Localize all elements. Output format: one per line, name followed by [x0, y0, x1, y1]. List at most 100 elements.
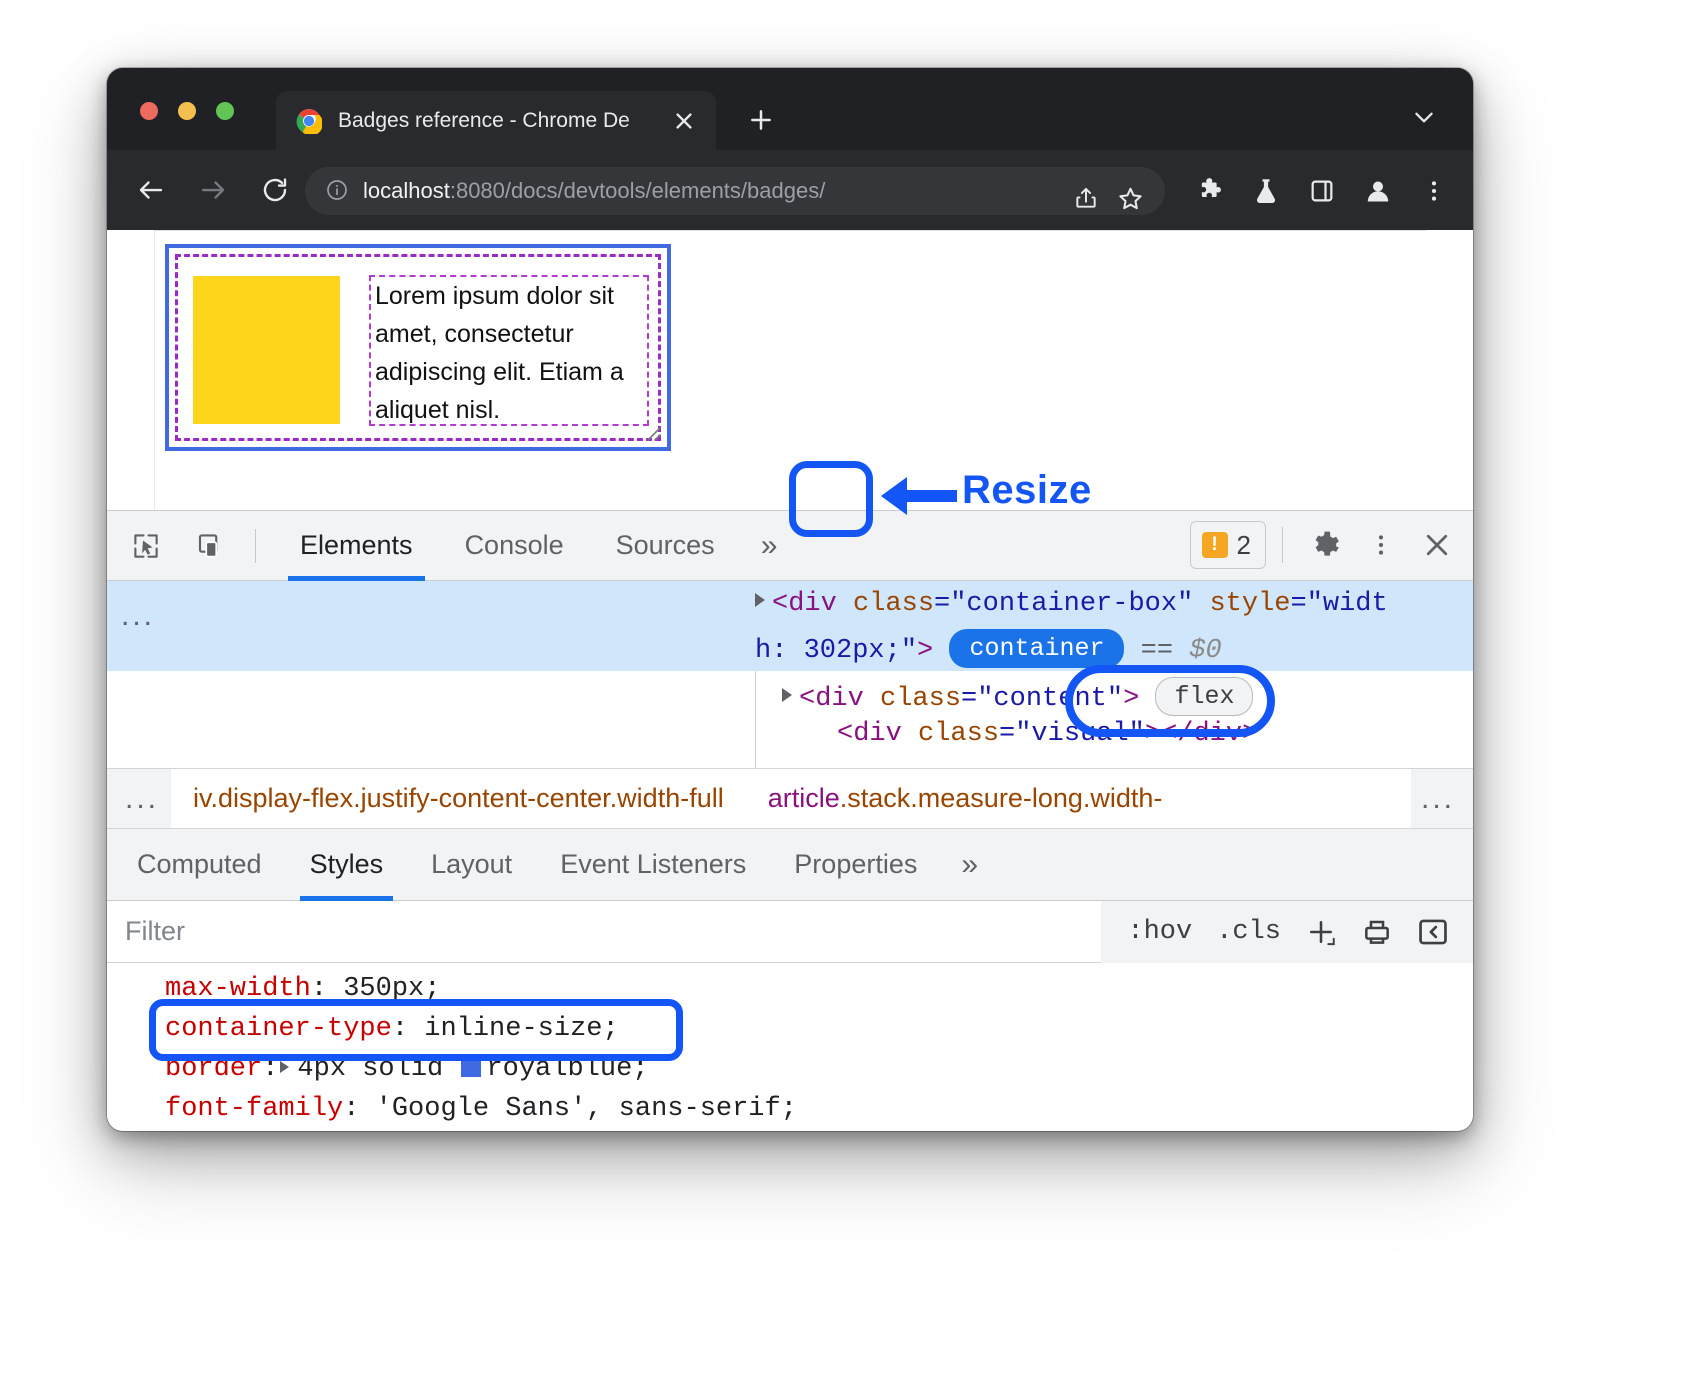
css-prop-name: font-family: [165, 1094, 343, 1124]
css-prop-value[interactable]: 4px solid royalblue: [297, 1054, 632, 1084]
dom-line-3[interactable]: <div class="content"> flex: [782, 677, 1253, 716]
dom-tree-pane[interactable]: ... <div class="container-box" style="wi…: [107, 581, 1473, 769]
page-viewport: Lorem ipsum dolor sit amet, consectetur …: [107, 230, 1473, 510]
visual-block: [193, 276, 340, 424]
page-top-divider: [154, 230, 1426, 231]
zoom-window-button[interactable]: [216, 102, 234, 120]
dom-line-4[interactable]: <div class="visual"></div>: [837, 719, 1258, 749]
css-declaration-font-family[interactable]: font-family: 'Google Sans', sans-serif;: [165, 1089, 1473, 1129]
tab-styles[interactable]: Styles: [286, 829, 408, 901]
css-prop-value[interactable]: 'Google Sans', sans-serif: [376, 1094, 781, 1124]
browser-tab[interactable]: Badges reference - Chrome De: [276, 91, 716, 150]
tab-properties[interactable]: Properties: [770, 829, 941, 901]
breadcrumb-item-article[interactable]: article.stack.measure-long.width-: [746, 783, 1185, 814]
dom-tag-close-bracket-2: >: [1123, 684, 1139, 714]
star-icon[interactable]: [1109, 177, 1151, 219]
dom-eq2: =: [1291, 589, 1307, 619]
tab-event-listeners-label: Event Listeners: [560, 849, 746, 880]
puzzle-piece-icon[interactable]: [1185, 166, 1235, 216]
css-prop-value[interactable]: inline-size: [424, 1014, 602, 1044]
arrow-left-thick-icon: [879, 473, 957, 519]
close-window-button[interactable]: [140, 102, 158, 120]
hov-toggle-button[interactable]: :hov: [1117, 917, 1202, 947]
chevron-double-right-icon[interactable]: »: [941, 830, 998, 900]
reload-icon[interactable]: [251, 166, 299, 214]
gear-icon[interactable]: [1299, 519, 1351, 571]
container-box-element: Lorem ipsum dolor sit amet, consectetur …: [165, 244, 671, 451]
container-badge[interactable]: container: [949, 629, 1124, 668]
search-input[interactable]: [107, 916, 1101, 947]
info-circle-icon[interactable]: [325, 178, 351, 204]
arrow-right-icon: [189, 166, 237, 214]
tab-layout[interactable]: Layout: [407, 829, 536, 901]
close-icon[interactable]: [1411, 519, 1463, 571]
new-tab-button[interactable]: [743, 102, 779, 138]
tab-elements[interactable]: Elements: [274, 511, 439, 581]
warning-count: 2: [1237, 530, 1251, 561]
page-left-divider: [154, 230, 155, 510]
url-host: localhost: [363, 178, 450, 203]
breadcrumb-item-div[interactable]: iv.display-flex.justify-content-center.w…: [171, 783, 746, 814]
expand-shorthand-icon[interactable]: [280, 1061, 289, 1073]
plus-icon[interactable]: [1295, 906, 1347, 958]
dom-attr-class-2: class: [880, 684, 961, 714]
side-panel-icon[interactable]: [1297, 166, 1347, 216]
warning-triangle-icon: !: [1202, 532, 1228, 558]
dom-eq: =: [934, 589, 950, 619]
toggle-sidebar-icon[interactable]: [1407, 906, 1459, 958]
dom-attr-style-value-2: h: 302px;": [755, 636, 917, 666]
address-bar[interactable]: localhost:8080/docs/devtools/elements/ba…: [305, 167, 1165, 215]
dom-tag-close-bracket-3: >: [1145, 719, 1161, 749]
arrow-left-icon[interactable]: [127, 166, 175, 214]
dom-row-container-box[interactable]: ... <div class="container-box" style="wi…: [107, 581, 1473, 671]
url-path: :8080/docs/devtools/elements/badges/: [450, 178, 825, 203]
tab-computed[interactable]: Computed: [113, 829, 286, 901]
cls-toggle-button[interactable]: .cls: [1206, 917, 1291, 947]
disclosure-triangle-icon[interactable]: [755, 593, 765, 607]
breadcrumb-track: iv.display-flex.justify-content-center.w…: [171, 769, 1411, 829]
tab-sources[interactable]: Sources: [590, 511, 741, 581]
flex-badge[interactable]: flex: [1155, 677, 1253, 716]
breadcrumb-left-overflow[interactable]: ...: [107, 782, 171, 816]
tab-console[interactable]: Console: [439, 511, 590, 581]
styles-filter-actions: :hov .cls: [1101, 901, 1473, 963]
disclosure-triangle-icon[interactable]: [782, 688, 792, 702]
content-text-block: Lorem ipsum dolor sit amet, consectetur …: [369, 275, 649, 426]
three-dots-vertical-icon[interactable]: [1409, 166, 1459, 216]
css-declaration-max-width[interactable]: max-width: 350px;: [165, 969, 1473, 1009]
issues-warning-pill[interactable]: ! 2: [1190, 521, 1266, 569]
three-dots-vertical-icon[interactable]: [1355, 519, 1407, 571]
minimize-window-button[interactable]: [178, 102, 196, 120]
devtools-panel: Elements Console Sources » ! 2: [107, 510, 1473, 1131]
chevron-down-icon[interactable]: [1407, 100, 1441, 134]
address-bar-url: localhost:8080/docs/devtools/elements/ba…: [363, 178, 825, 204]
breadcrumb-item-div-label: iv.display-flex.justify-content-center.w…: [193, 783, 724, 813]
color-swatch[interactable]: [461, 1057, 481, 1077]
tab-elements-label: Elements: [300, 530, 413, 561]
omnibox-actions: [1065, 177, 1151, 219]
css-declaration-container-type[interactable]: container-type: inline-size;: [165, 1009, 1473, 1049]
tab-properties-label: Properties: [794, 849, 917, 880]
toolbar-right-actions: [1185, 166, 1459, 216]
tab-event-listeners[interactable]: Event Listeners: [536, 829, 770, 901]
share-icon[interactable]: [1065, 177, 1107, 219]
dom-collapsed-ellipsis[interactable]: ...: [121, 599, 155, 633]
dom-eq-3: =: [999, 719, 1015, 749]
dom-attr-class-value-2: "content": [977, 684, 1123, 714]
breadcrumb-item-article-classes: .stack.measure-long.width-: [840, 783, 1163, 813]
breadcrumb-right-overflow[interactable]: ...: [1411, 782, 1473, 816]
print-media-icon[interactable]: [1351, 906, 1403, 958]
dom-tag-open: <div: [772, 589, 837, 619]
flask-icon[interactable]: [1241, 166, 1291, 216]
close-icon[interactable]: [670, 107, 698, 135]
toolbar-divider-2: [1282, 527, 1283, 563]
person-icon[interactable]: [1353, 166, 1403, 216]
css-declaration-border[interactable]: border:4px solid royalblue;: [165, 1049, 1473, 1089]
browser-tab-title: Badges reference - Chrome De: [338, 109, 664, 133]
resize-grip-icon[interactable]: [638, 418, 664, 444]
css-prop-value[interactable]: 350px: [343, 974, 424, 1004]
dom-attr-style-value-1: "widt: [1307, 589, 1388, 619]
inspect-cursor-icon[interactable]: [121, 521, 171, 571]
dom-attr-class-value-3: "visual": [1015, 719, 1145, 749]
device-toggle-icon[interactable]: [185, 521, 235, 571]
